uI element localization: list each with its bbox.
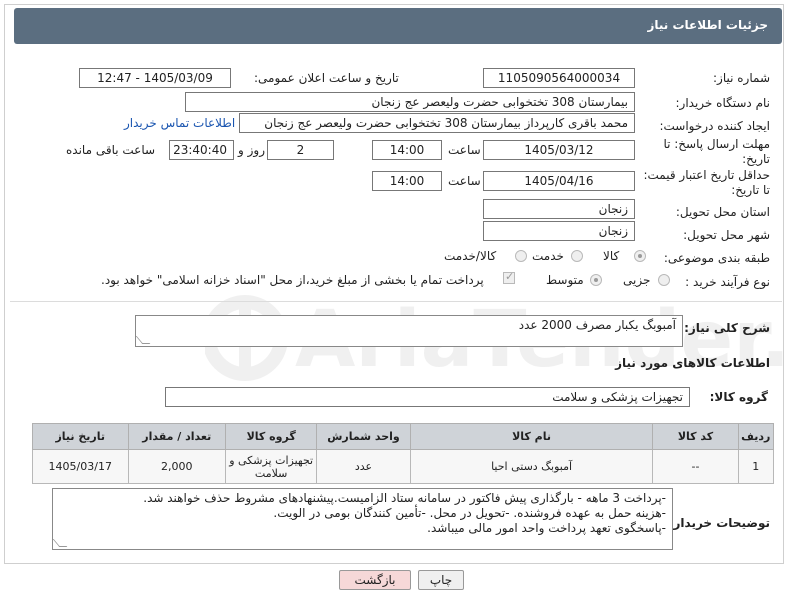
category-option-service: خدمت	[532, 249, 564, 263]
deadline-label: مهلت ارسال پاسخ: تا	[663, 137, 770, 151]
resize-handle-icon[interactable]	[136, 336, 151, 344]
process-option-medium: متوسط	[546, 273, 584, 287]
announce-field[interactable]: 1405/03/09 - 12:47	[79, 68, 231, 88]
buyer-org-field[interactable]: بیمارستان 308 تختخوابی حضرت ولیعصر عج زن…	[185, 92, 635, 112]
deadline-label-date: تاریخ:	[742, 152, 770, 166]
province-label: استان محل تحویل:	[675, 205, 770, 219]
payment-note: پرداخت تمام یا بخشی از مبلغ خرید،از محل …	[101, 273, 484, 287]
col-header-quantity: تعداد / مقدار	[127, 423, 227, 450]
validity-time-field[interactable]: 14:00	[372, 171, 442, 191]
category-option-goods-service: کالا/خدمت	[444, 249, 497, 263]
city-field[interactable]: زنجان	[483, 221, 635, 241]
cell-unit: عدد	[316, 449, 411, 484]
resize-handle-icon[interactable]	[53, 539, 68, 547]
cell-goods-code: --	[652, 449, 739, 484]
col-header-goods-group: گروه کالا	[225, 423, 318, 450]
print-button[interactable]: چاپ	[418, 570, 464, 590]
city-label: شهر محل تحویل:	[683, 228, 770, 242]
cell-quantity: 2,000	[127, 449, 227, 484]
announce-label: تاریخ و ساعت اعلان عمومی:	[254, 71, 399, 85]
col-header-row-number: ردیف	[737, 423, 774, 450]
cell-goods-group: تجهیزات پزشکی و سلامت	[225, 449, 318, 484]
validity-label: حداقل تاریخ اعتبار قیمت:	[643, 168, 770, 182]
goods-group-field[interactable]: تجهیزات پزشکی و سلامت	[165, 387, 690, 407]
remaining-time-field[interactable]: 23:40:40	[169, 140, 234, 160]
goods-group-label: گروه کالا:	[709, 390, 768, 404]
process-label: نوع فرآیند خرید :	[685, 275, 770, 289]
description-text: آمبوبگ یکبار مصرف 2000 عدد	[518, 318, 676, 332]
process-radio-medium[interactable]	[590, 274, 602, 286]
need-number-field[interactable]: 1105090564000034	[483, 68, 635, 88]
description-label: شرح کلی نیاز:	[684, 321, 770, 335]
requester-field[interactable]: محمد باقری کارپرداز بیمارستان 308 تختخوا…	[239, 113, 635, 133]
category-radio-goods-service[interactable]	[515, 250, 527, 262]
validity-time-label: ساعت	[448, 174, 481, 188]
description-textarea[interactable]: آمبوبگ یکبار مصرف 2000 عدد	[135, 315, 683, 347]
validity-date-field[interactable]: 1405/04/16	[483, 171, 635, 191]
days-label: روز و	[238, 143, 265, 157]
cell-row-number: 1	[737, 449, 774, 484]
category-radio-goods[interactable]	[634, 250, 646, 262]
validity-label-date: تا تاریخ:	[731, 183, 770, 197]
page-title: جزئیات اطلاعات نیاز	[647, 18, 768, 32]
back-button[interactable]: بازگشت	[339, 570, 411, 590]
col-header-goods-code: کد کالا	[652, 423, 739, 450]
requester-label: ایجاد کننده درخواست:	[659, 119, 770, 133]
table-header-row: ردیف کد کالا نام کالا واحد شمارش گروه کا…	[32, 423, 774, 450]
need-number-label: شماره نیاز:	[713, 71, 770, 85]
category-label: طبقه بندی موضوعی:	[663, 251, 770, 265]
divider	[10, 301, 782, 302]
buyer-notes-textarea[interactable]: -پرداخت 3 ماهه - بارگذاری پیش فاکتور در …	[52, 488, 673, 550]
col-header-goods-name: نام کالا	[409, 423, 654, 450]
contact-info-link[interactable]: اطلاعات تماس خریدار	[124, 116, 235, 130]
payment-treasury-checkbox[interactable]	[503, 270, 515, 284]
category-option-goods: کالا	[603, 249, 620, 263]
cell-need-date: 1405/03/17	[32, 449, 129, 484]
process-option-minor: جزیی	[623, 273, 651, 287]
header-bar: جزئیات اطلاعات نیاز	[14, 8, 782, 44]
days-field[interactable]: 2	[267, 140, 334, 160]
goods-table: ردیف کد کالا نام کالا واحد شمارش گروه کا…	[32, 423, 774, 484]
buyer-notes-line-2: -هزینه حمل به عهده فروشنده. -تحویل در مح…	[273, 506, 666, 520]
col-header-need-date: تاریخ نیاز	[32, 423, 129, 450]
province-field[interactable]: زنجان	[483, 199, 635, 219]
col-header-unit: واحد شمارش	[316, 423, 411, 450]
buyer-org-label: نام دستگاه خریدار:	[675, 96, 771, 110]
buyer-notes-line-1: -پرداخت 3 ماهه - بارگذاری پیش فاکتور در …	[143, 491, 666, 505]
buyer-notes-line-3: -پاسخگوی تعهد پرداخت واحد امور مالی میبا…	[427, 521, 666, 535]
table-row[interactable]: 1 -- آمبوبگ دستی احیا عدد تجهیزات پزشکی …	[32, 449, 774, 484]
buyer-notes-label: توضیحات خریدار:	[668, 516, 770, 530]
process-radio-minor[interactable]	[658, 274, 670, 286]
category-radio-service[interactable]	[571, 250, 583, 262]
goods-section-title: اطلاعات کالاهای مورد نیاز	[615, 356, 770, 370]
deadline-time-label: ساعت	[448, 143, 481, 157]
cell-goods-name: آمبوبگ دستی احیا	[409, 449, 654, 484]
remaining-label: ساعت باقی مانده	[66, 143, 156, 157]
deadline-date-field[interactable]: 1405/03/12	[483, 140, 635, 160]
deadline-time-field[interactable]: 14:00	[372, 140, 442, 160]
